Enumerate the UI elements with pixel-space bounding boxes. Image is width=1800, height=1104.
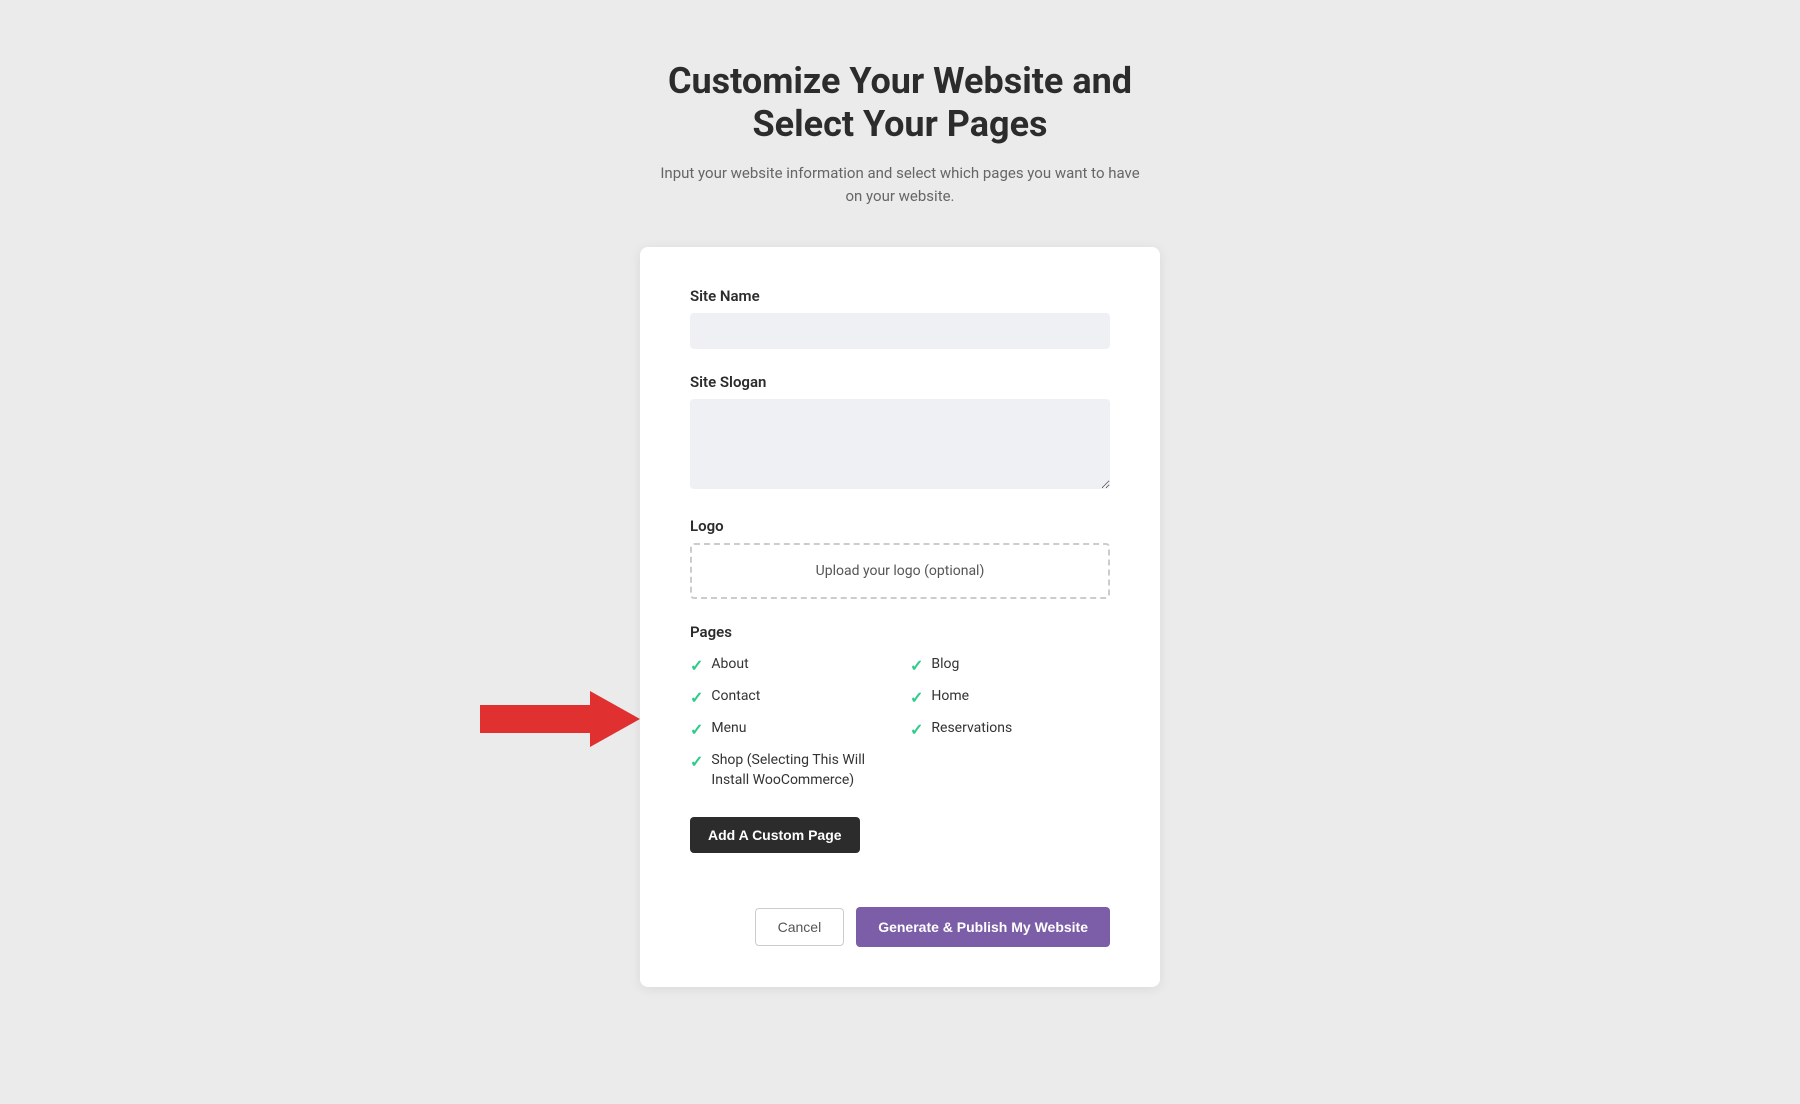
pages-grid: ✓ About ✓ Blog ✓ Contact ✓ Home ✓ Me — [690, 655, 1110, 790]
check-icon-menu: ✓ — [690, 720, 703, 739]
page-label-home: Home — [931, 687, 969, 707]
page-label-contact: Contact — [711, 687, 760, 707]
page-label-menu: Menu — [711, 719, 746, 739]
page-item-shop[interactable]: ✓ Shop (Selecting This Will Install WooC… — [690, 751, 890, 790]
arrow-head — [590, 691, 640, 747]
site-name-input[interactable] — [690, 313, 1110, 349]
page-item-contact[interactable]: ✓ Contact — [690, 687, 890, 707]
page-title: Customize Your Website andSelect Your Pa… — [660, 60, 1139, 146]
site-slogan-input[interactable] — [690, 399, 1110, 489]
check-icon-home: ✓ — [910, 688, 923, 707]
page-header: Customize Your Website andSelect Your Pa… — [660, 60, 1139, 207]
arrow-indicator — [480, 691, 640, 747]
site-slogan-group: Site Slogan — [690, 373, 1110, 493]
page-label-shop: Shop (Selecting This Will Install WooCom… — [711, 751, 890, 790]
logo-label: Logo — [690, 517, 1110, 535]
site-name-label: Site Name — [690, 287, 1110, 305]
check-icon-contact: ✓ — [690, 688, 703, 707]
form-card: Site Name Site Slogan Logo Upload your l… — [640, 247, 1160, 986]
card-wrapper: Site Name Site Slogan Logo Upload your l… — [640, 247, 1160, 986]
check-icon-blog: ✓ — [910, 656, 923, 675]
logo-upload-text: Upload your logo (optional) — [816, 563, 985, 579]
arrow-body — [480, 705, 590, 733]
page-item-blog[interactable]: ✓ Blog — [910, 655, 1110, 675]
add-custom-page-button[interactable]: Add A Custom Page — [690, 817, 860, 853]
page-label-blog: Blog — [931, 655, 959, 675]
page-label-reservations: Reservations — [931, 719, 1012, 739]
page-item-reservations[interactable]: ✓ Reservations — [910, 719, 1110, 739]
site-name-group: Site Name — [690, 287, 1110, 349]
cancel-button[interactable]: Cancel — [755, 908, 845, 946]
page-label-about: About — [711, 655, 748, 675]
site-slogan-label: Site Slogan — [690, 373, 1110, 391]
logo-group: Logo Upload your logo (optional) — [690, 517, 1110, 599]
check-icon-reservations: ✓ — [910, 720, 923, 739]
page-item-about[interactable]: ✓ About — [690, 655, 890, 675]
pages-label: Pages — [690, 623, 1110, 641]
page-item-menu[interactable]: ✓ Menu — [690, 719, 890, 739]
logo-upload-area[interactable]: Upload your logo (optional) — [690, 543, 1110, 599]
check-icon-shop: ✓ — [690, 752, 703, 771]
check-icon-about: ✓ — [690, 656, 703, 675]
page-subtitle: Input your website information and selec… — [660, 162, 1139, 207]
pages-group: Pages ✓ About ✓ Blog ✓ Contact ✓ Home — [690, 623, 1110, 882]
footer-actions: Cancel Generate & Publish My Website — [690, 907, 1110, 947]
page-item-home[interactable]: ✓ Home — [910, 687, 1110, 707]
generate-publish-button[interactable]: Generate & Publish My Website — [856, 907, 1110, 947]
